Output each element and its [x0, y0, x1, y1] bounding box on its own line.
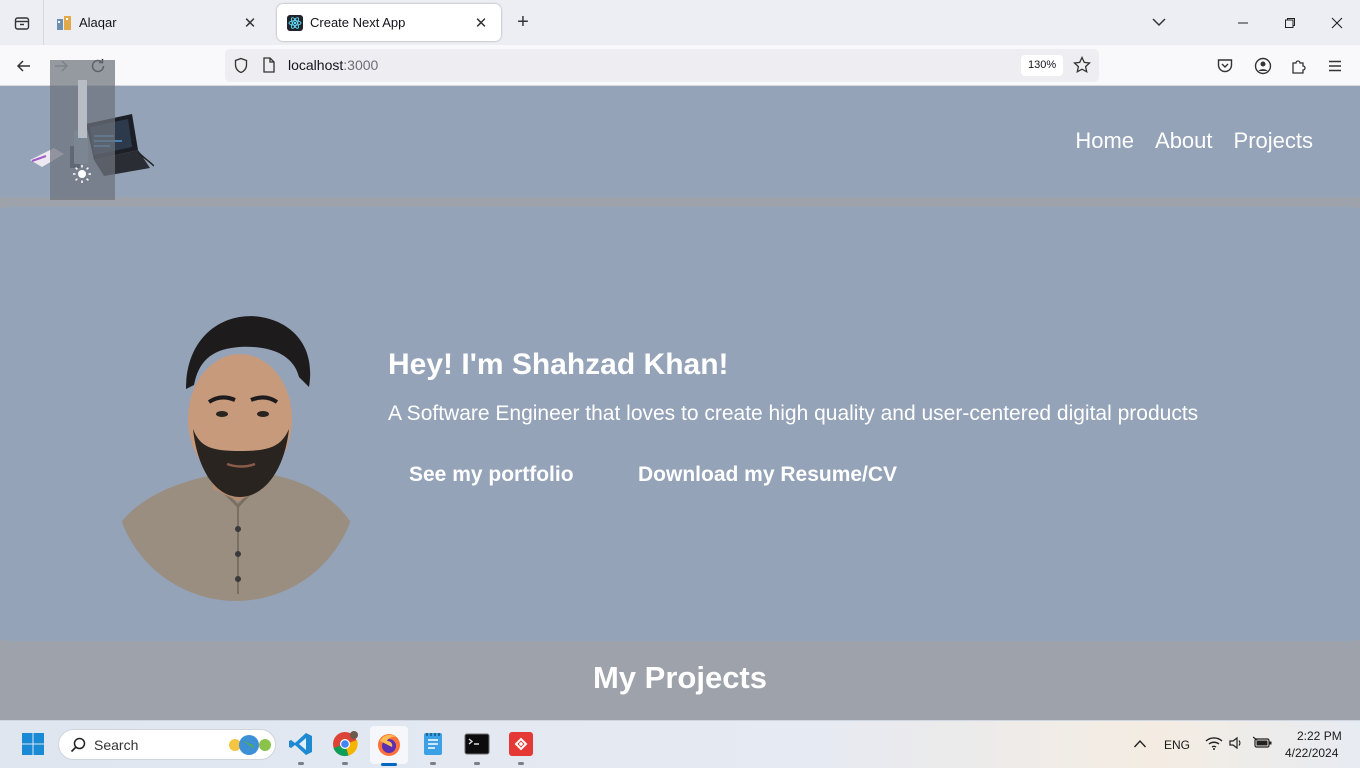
- chrome-app[interactable]: [330, 729, 360, 765]
- nav-about-link[interactable]: About: [1155, 128, 1213, 154]
- taskbar: Search ENG 2:22 PM 4/22/2024: [0, 720, 1360, 768]
- taskbar-search[interactable]: Search: [58, 729, 276, 760]
- notepad-icon: [424, 733, 442, 755]
- battery-status[interactable]: [1252, 736, 1273, 755]
- hero-title: Hey! I'm Shahzad Khan!: [388, 348, 729, 381]
- running-indicator: [298, 762, 304, 765]
- main-nav: Home About Projects: [1075, 128, 1313, 154]
- react-favicon-icon: [287, 14, 303, 31]
- clock-time[interactable]: 2:22 PM: [1297, 729, 1342, 743]
- theme-toggle-panel[interactable]: [50, 60, 115, 200]
- volume-control[interactable]: [1228, 736, 1244, 755]
- arrow-left-icon: [16, 60, 30, 72]
- running-indicator: [474, 762, 480, 765]
- search-label: Search: [94, 737, 139, 753]
- tab-alaqar[interactable]: Alaqar ✕: [46, 4, 270, 41]
- account-icon: [1254, 57, 1272, 75]
- terminal-icon: [464, 733, 490, 755]
- chevron-down-icon: [1152, 18, 1166, 27]
- chrome-icon: [333, 731, 358, 757]
- alaqar-favicon-icon: [56, 15, 72, 31]
- menu-button[interactable]: [1322, 53, 1348, 79]
- language-indicator[interactable]: ENG: [1164, 738, 1190, 752]
- chevron-up-icon: [1133, 739, 1147, 748]
- navigation-toolbar: localhost:3000 130%: [0, 45, 1360, 86]
- wifi-icon: [1205, 737, 1223, 750]
- pocket-button[interactable]: [1212, 53, 1238, 79]
- url-text[interactable]: localhost:3000: [288, 57, 378, 73]
- tab-bar: Alaqar ✕ Create Next App ✕ +: [0, 0, 1360, 45]
- running-indicator: [342, 762, 348, 765]
- clock-date[interactable]: 4/22/2024: [1285, 746, 1338, 760]
- terminal-app[interactable]: [462, 729, 492, 765]
- restore-button[interactable]: [1267, 0, 1313, 45]
- minimize-icon: [1238, 22, 1248, 23]
- tab-title: Create Next App: [310, 15, 406, 30]
- close-tab-icon[interactable]: ✕: [471, 13, 491, 33]
- vscode-icon: [289, 733, 312, 755]
- nav-projects-link[interactable]: Projects: [1234, 128, 1313, 154]
- site-header: Home About Projects: [0, 86, 1360, 197]
- firefox-view-button[interactable]: [0, 0, 44, 45]
- tab-create-next-app[interactable]: Create Next App ✕: [277, 4, 501, 41]
- hero-subtitle: A Software Engineer that loves to create…: [388, 402, 1199, 425]
- speaker-icon: [1229, 736, 1241, 750]
- start-button[interactable]: [18, 729, 48, 759]
- sun-icon[interactable]: [72, 164, 92, 184]
- network-status[interactable]: [1205, 736, 1223, 755]
- vscode-app[interactable]: [286, 729, 316, 765]
- address-bar[interactable]: localhost:3000 130%: [225, 49, 1099, 82]
- git-icon: [509, 732, 533, 756]
- hamburger-icon: [1329, 60, 1341, 72]
- restore-icon: [1285, 17, 1295, 28]
- puzzle-icon: [1292, 60, 1306, 74]
- theme-slider-track[interactable]: [78, 80, 87, 138]
- git-app[interactable]: [506, 729, 536, 765]
- close-icon: [1331, 17, 1343, 28]
- minimize-button[interactable]: [1220, 0, 1266, 45]
- shield-icon[interactable]: [233, 57, 249, 79]
- list-all-tabs-button[interactable]: [1148, 11, 1170, 33]
- search-icon: [70, 737, 86, 753]
- back-button[interactable]: [11, 53, 37, 79]
- earth-day-highlight-icon: [229, 735, 271, 755]
- windows-logo-icon: [22, 733, 44, 755]
- firefox-icon: [378, 734, 400, 756]
- url-host: localhost: [288, 57, 344, 73]
- firefox-view-icon: [14, 16, 29, 30]
- extensions-button[interactable]: [1286, 53, 1312, 79]
- page-icon[interactable]: [262, 57, 276, 78]
- pocket-icon: [1217, 59, 1233, 73]
- account-button[interactable]: [1250, 53, 1276, 79]
- zoom-level-button[interactable]: 130%: [1021, 55, 1064, 76]
- battery-charging-icon: [1252, 736, 1272, 748]
- close-window-button[interactable]: [1314, 0, 1360, 45]
- running-indicator: [518, 762, 524, 765]
- running-indicator: [430, 762, 436, 765]
- notepad-app[interactable]: [418, 729, 448, 765]
- bookmark-star-icon[interactable]: [1073, 55, 1091, 79]
- running-indicator: [381, 763, 397, 766]
- profile-avatar: [113, 304, 358, 601]
- show-hidden-icons-button[interactable]: [1133, 737, 1147, 755]
- url-port: :3000: [343, 57, 379, 73]
- see-portfolio-button[interactable]: See my portfolio: [409, 463, 574, 487]
- nav-home-link[interactable]: Home: [1075, 128, 1134, 154]
- firefox-app[interactable]: [370, 726, 408, 766]
- projects-heading: My Projects: [592, 660, 767, 695]
- close-tab-icon[interactable]: ✕: [240, 13, 260, 33]
- new-tab-button[interactable]: +: [512, 11, 534, 33]
- section-divider: [0, 197, 1360, 207]
- tab-title: Alaqar: [79, 15, 117, 30]
- download-resume-button[interactable]: Download my Resume/CV: [638, 463, 897, 487]
